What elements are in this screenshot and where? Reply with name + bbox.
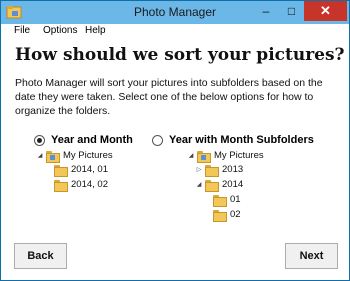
folder-icon <box>204 179 219 192</box>
menu-bar: File Options Help <box>1 24 349 40</box>
expanded-arrow-icon[interactable]: ◢ <box>186 152 196 159</box>
tree2-01[interactable]: 01 <box>212 194 241 207</box>
tree-label: My Pictures <box>63 150 113 161</box>
collapsed-arrow-icon[interactable]: ▷ <box>194 166 204 173</box>
option-year-and-month[interactable]: Year and Month <box>34 134 133 146</box>
close-button[interactable]: ✕ <box>304 1 347 21</box>
tree2-02[interactable]: 02 <box>212 209 241 222</box>
next-button[interactable]: Next <box>285 243 338 269</box>
tree-label: 2013 <box>222 164 244 175</box>
pictures-folder-icon <box>196 150 211 163</box>
folder-icon <box>212 209 227 222</box>
menu-options[interactable]: Options <box>43 25 77 36</box>
app-window: Photo Manager – □ ✕ File Options Help Ho… <box>0 0 350 281</box>
menu-file[interactable]: File <box>14 25 30 36</box>
minimize-button[interactable]: – <box>253 1 279 21</box>
maximize-icon: □ <box>287 4 296 18</box>
expanded-arrow-icon[interactable]: ◢ <box>35 152 45 159</box>
radio-year-and-month[interactable] <box>34 134 45 146</box>
back-button[interactable]: Back <box>14 243 67 269</box>
pictures-folder-icon <box>45 150 60 163</box>
radio-year-with-month-subfolders[interactable] <box>152 134 163 146</box>
folder-icon <box>212 194 227 207</box>
option-year-with-month-subfolders[interactable]: Year with Month Subfolders <box>152 134 314 146</box>
menu-help[interactable]: Help <box>85 25 106 36</box>
tree-label: 2014 <box>222 179 244 190</box>
option-label: Year with Month Subfolders <box>169 134 314 146</box>
tree-label: 02 <box>230 209 241 220</box>
tree1-my-pictures[interactable]: ◢ My Pictures <box>35 150 113 163</box>
tree-label: 2014, 02 <box>71 179 108 190</box>
page-description: Photo Manager will sort your pictures in… <box>15 77 323 117</box>
folder-icon <box>53 164 68 177</box>
tree2-2014[interactable]: ◢ 2014 <box>194 179 244 192</box>
minimize-icon: – <box>262 4 270 18</box>
folder-icon <box>204 164 219 177</box>
tree-label: 01 <box>230 194 241 205</box>
tree2-my-pictures[interactable]: ◢ My Pictures <box>186 150 264 163</box>
tree1-2014-02[interactable]: 2014, 02 <box>53 179 108 192</box>
expanded-arrow-icon[interactable]: ◢ <box>194 181 204 188</box>
folder-icon <box>53 179 68 192</box>
tree-label: My Pictures <box>214 150 264 161</box>
close-icon: ✕ <box>320 3 331 18</box>
page-heading: How should we sort your pictures? <box>15 45 345 65</box>
tree-label: 2014, 01 <box>71 164 108 175</box>
title-bar[interactable]: Photo Manager – □ ✕ <box>1 1 349 24</box>
tree2-2013[interactable]: ▷ 2013 <box>194 164 244 177</box>
maximize-button[interactable]: □ <box>279 1 304 21</box>
tree1-2014-01[interactable]: 2014, 01 <box>53 164 108 177</box>
option-label: Year and Month <box>51 134 133 146</box>
